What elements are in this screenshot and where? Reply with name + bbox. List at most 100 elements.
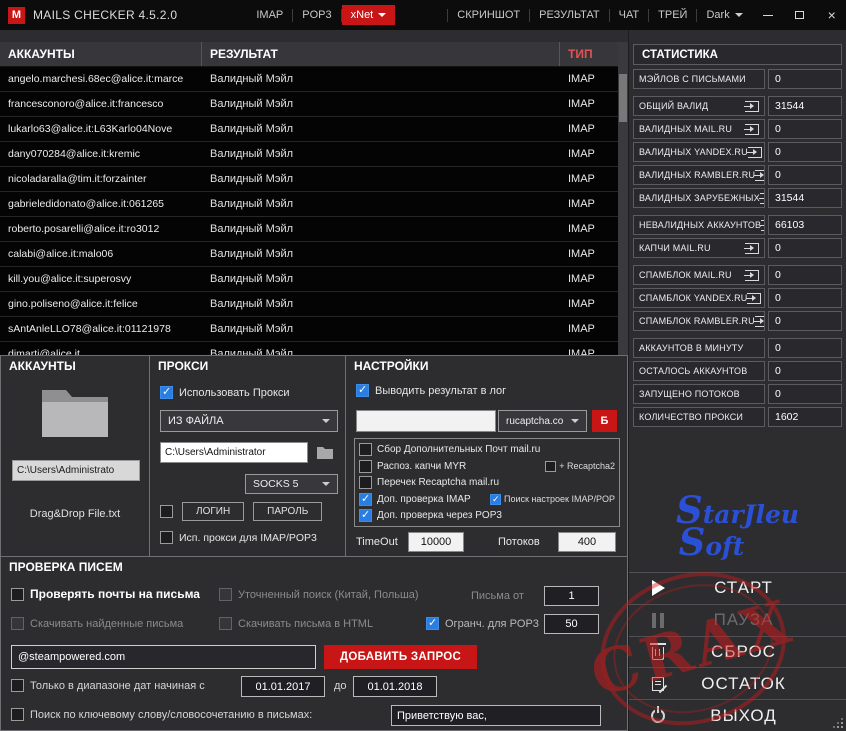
export-arrow-icon[interactable] xyxy=(745,270,759,281)
log-output-checkbox[interactable] xyxy=(356,384,369,397)
stat-label: ЗАПУЩЕНО ПОТОКОВ xyxy=(639,389,740,399)
table-row[interactable]: lukarlo63@alice.it:L63Karlo04Nove Валидн… xyxy=(0,117,618,142)
action-label: СБРОС xyxy=(671,642,846,662)
export-arrow-icon[interactable] xyxy=(748,147,762,158)
export-arrow-icon[interactable] xyxy=(755,170,765,181)
proxy-for-imap-checkbox[interactable] xyxy=(160,531,173,544)
column-header-type[interactable]: ТИП xyxy=(560,42,618,66)
proxy-source-select[interactable]: ИЗ ФАЙЛА xyxy=(160,410,338,432)
settings-option-checkbox[interactable] xyxy=(359,493,372,506)
pop3-limit-checkbox[interactable] xyxy=(426,617,439,630)
letters-from-input[interactable] xyxy=(544,586,599,606)
menu-item[interactable]: СКРИНШОТ xyxy=(448,5,529,25)
column-header-accounts[interactable]: АККАУНТЫ xyxy=(0,42,202,66)
captcha-service-select[interactable]: rucaptcha.co xyxy=(498,410,587,432)
stat-row: СПАМБЛОК MAIL.RU 0 xyxy=(633,265,842,285)
table-row[interactable]: dany070284@alice.it:kremic Валидный Мэйл… xyxy=(0,142,618,167)
export-arrow-icon[interactable] xyxy=(747,293,761,304)
minimize-button[interactable] xyxy=(752,0,784,30)
export-arrow-icon[interactable] xyxy=(745,243,759,254)
table-row[interactable]: kill.you@alice.it:superosvy Валидный Мэй… xyxy=(0,267,618,292)
menu-item[interactable]: POP3 xyxy=(293,5,340,25)
table-row[interactable]: calabi@alice.it:malo06 Валидный Мэйл IMA… xyxy=(0,242,618,267)
password-button[interactable]: ПАРОЛЬ xyxy=(253,502,322,521)
export-arrow-icon[interactable] xyxy=(761,220,765,231)
proxy-file-path-input[interactable] xyxy=(160,442,308,463)
action-button[interactable]: СТАРТ xyxy=(629,572,846,604)
search-query-input[interactable] xyxy=(11,645,316,669)
keyword-input[interactable] xyxy=(391,705,601,726)
stat-value: 0 xyxy=(768,338,842,358)
settings-extra-checkbox[interactable] xyxy=(545,461,556,472)
power-icon xyxy=(651,709,665,723)
settings-option-checkbox[interactable] xyxy=(359,476,372,489)
settings-option-checkbox[interactable] xyxy=(359,509,372,522)
keyword-search-label: Поиск по ключевому слову/словосочетанию … xyxy=(30,709,312,721)
stats-title: СТАТИСТИКА xyxy=(642,49,718,61)
close-button[interactable]: × xyxy=(816,0,846,30)
table-scrollbar[interactable] xyxy=(618,42,628,355)
date-from-input[interactable] xyxy=(241,676,325,697)
download-html-checkbox[interactable] xyxy=(219,617,232,630)
stat-label: ОБЩИЙ ВАЛИД xyxy=(639,101,708,111)
settings-option-checkbox[interactable] xyxy=(359,460,372,473)
table-row[interactable]: nicoladaralla@tim.it:forzainter Валидный… xyxy=(0,167,618,192)
menu-item[interactable]: РЕЗУЛЬТАТ xyxy=(530,5,608,25)
add-query-button[interactable]: ДОБАВИТЬ ЗАПРОС xyxy=(324,645,477,669)
stat-row: СПАМБЛОК YANDEX.RU 0 xyxy=(633,288,842,308)
type-cell: IMAP xyxy=(560,98,618,110)
captcha-service-value: rucaptcha.co xyxy=(506,416,563,427)
export-arrow-icon[interactable] xyxy=(745,101,759,112)
refined-search-checkbox[interactable] xyxy=(219,588,232,601)
table-row[interactable]: roberto.posarelli@alice.it:ro3012 Валидн… xyxy=(0,217,618,242)
column-header-result[interactable]: РЕЗУЛЬТАТ xyxy=(202,42,560,66)
table-row[interactable]: angelo.marchesi.68ec@alice.it:marce Вали… xyxy=(0,67,618,92)
export-arrow-icon[interactable] xyxy=(755,316,765,327)
pop3-limit-input[interactable] xyxy=(544,614,599,634)
accounts-file-path-button[interactable]: C:\Users\Administrato xyxy=(12,460,140,481)
keyword-search-checkbox[interactable] xyxy=(11,708,24,721)
table-row[interactable]: francesconoro@alice.it:francesco Валидны… xyxy=(0,92,618,117)
settings-option-checkbox[interactable] xyxy=(359,443,372,456)
action-button[interactable]: ОСТАТОК xyxy=(629,667,846,699)
action-button[interactable]: СБРОС xyxy=(629,636,846,668)
menu-item[interactable]: IMAP xyxy=(247,5,292,25)
export-arrow-icon[interactable] xyxy=(745,124,759,135)
folder-icon[interactable] xyxy=(39,384,111,445)
use-proxy-checkbox[interactable] xyxy=(160,386,173,399)
stat-value: 0 xyxy=(768,288,842,308)
resize-grip[interactable] xyxy=(829,714,843,728)
action-button[interactable]: ПАУЗА xyxy=(629,604,846,636)
action-button[interactable]: ВЫХОД xyxy=(629,699,846,731)
table-row[interactable]: dimarti@alice.it Валидный Мэйл IMAP xyxy=(0,342,618,355)
proxy-type-select[interactable]: SOCKS 5 xyxy=(245,474,338,494)
check-mail-checkbox[interactable] xyxy=(11,588,24,601)
date-to-input[interactable] xyxy=(353,676,437,697)
table-row[interactable]: gino.poliseno@alice.it:felice Валидный М… xyxy=(0,292,618,317)
proxy-auth-checkbox[interactable] xyxy=(160,505,173,518)
settings-extra-checkbox[interactable] xyxy=(490,494,501,505)
proxy-auth-row: ЛОГИН ПАРОЛЬ xyxy=(160,502,322,521)
table-row[interactable]: sAntAnleLLO78@alice.it:01121978 Валидный… xyxy=(0,317,618,342)
maximize-button[interactable] xyxy=(784,0,816,30)
timeout-input[interactable] xyxy=(408,532,464,552)
menu-item[interactable]: Dark xyxy=(697,5,751,25)
menu-item[interactable]: xNet xyxy=(342,5,396,25)
stat-label-cell: КОЛИЧЕСТВО ПРОКСИ xyxy=(633,407,765,427)
menu-item[interactable]: ТРЕЙ xyxy=(649,5,696,25)
date-range-checkbox[interactable] xyxy=(11,679,24,692)
stat-label-cell: СПАМБЛОК MAIL.RU xyxy=(633,265,765,285)
stat-row: ВАЛИДНЫХ ЗАРУБЕЖНЫХ 31544 xyxy=(633,188,842,208)
chevron-down-icon xyxy=(322,482,330,486)
proxy-browse-button[interactable] xyxy=(312,441,338,464)
menu-item[interactable]: ЧАТ xyxy=(610,5,649,25)
scrollbar-thumb[interactable] xyxy=(619,74,627,122)
captcha-key-input[interactable] xyxy=(356,410,496,432)
stat-row: ОСТАЛОСЬ АККАУНТОВ 0 xyxy=(633,361,842,381)
accounts-panel-title: АККАУНТЫ xyxy=(9,359,76,373)
export-arrow-icon[interactable] xyxy=(760,193,765,204)
table-row[interactable]: gabrieledidonato@alice.it:061265 Валидны… xyxy=(0,192,618,217)
balance-button[interactable]: Б xyxy=(592,410,617,432)
login-button[interactable]: ЛОГИН xyxy=(182,502,244,521)
download-found-checkbox[interactable] xyxy=(11,617,24,630)
